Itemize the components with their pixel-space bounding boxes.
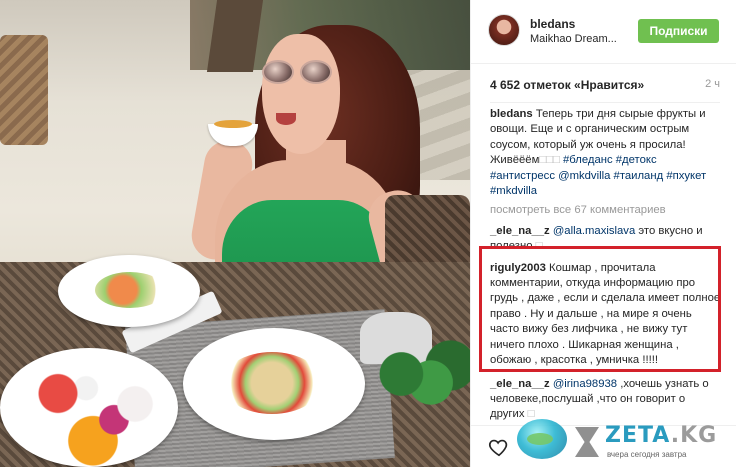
emoji-glyphs: □□□ [539, 154, 560, 167]
divider [490, 102, 720, 103]
sunglasses [262, 60, 334, 86]
post-sidebar: bledans Maikhao Dream... Подписки 4 652 … [470, 0, 736, 467]
fruit-platter [30, 362, 170, 467]
mention[interactable]: @mkdvilla [558, 170, 610, 182]
woman-face [262, 34, 340, 154]
hashtag[interactable]: #mkdvilla [490, 185, 537, 197]
hashtag[interactable]: #антистресс [490, 170, 555, 182]
comment-item-highlighted: riguly2003 Кошмар , прочитала комментари… [490, 261, 722, 369]
hashtag[interactable]: #детокс [616, 154, 657, 166]
hourglass-icon [575, 427, 599, 457]
likes-count[interactable]: 4 652 отметок «Нравится» [490, 78, 644, 92]
green-plant [372, 340, 470, 425]
hashtag[interactable]: #бледанс [563, 154, 613, 166]
comment-mention[interactable]: @alla.maxislava [553, 225, 635, 237]
post-header: bledans Maikhao Dream... Подписки [471, 0, 736, 64]
vegetable-salad [95, 272, 165, 308]
hashtag[interactable]: #таиланд [614, 170, 664, 182]
follow-button[interactable]: Подписки [638, 19, 719, 43]
emoji-glyph: □ [535, 240, 543, 253]
comments-list: bledans Теперь три дня сырые фрукты и ов… [490, 107, 722, 427]
watermark: ZETA.KG вчера сегодня завтра [515, 417, 735, 465]
post-username[interactable]: bledans [530, 17, 575, 31]
comment-username[interactable]: _ele_na__z [490, 225, 550, 237]
caption: bledans Теперь три дня сырые фрукты и ов… [490, 107, 722, 199]
comment-item: _ele_na__z @irina98938 ,хочешь узнать о … [490, 377, 722, 423]
post-location[interactable]: Maikhao Dream... [530, 33, 617, 45]
globe-icon [517, 419, 567, 459]
comment-mention[interactable]: @irina98938 [553, 378, 617, 390]
watermark-slogan: вчера сегодня завтра [607, 450, 687, 459]
woman-mouth [276, 113, 296, 125]
papaya-salad [222, 352, 322, 414]
post-time[interactable]: 2 ч [705, 78, 720, 90]
hashtag[interactable]: #пхукет [666, 170, 706, 182]
beach-chair [0, 35, 48, 145]
caption-username[interactable]: bledans [490, 108, 533, 120]
comment-username[interactable]: riguly2003 [490, 262, 546, 274]
comment-username[interactable]: _ele_na__z [490, 378, 550, 390]
comment-item: _ele_na__z @alla.maxislava это вкусно и … [490, 224, 722, 255]
likes-row: 4 652 отметок «Нравится» 2 ч [490, 78, 720, 94]
comment-text: Кошмар , прочитала комментарии, откуда и… [490, 261, 721, 367]
avatar[interactable] [488, 14, 520, 46]
view-all-comments-link[interactable]: посмотреть все 67 комментариев [490, 203, 722, 218]
post-photo[interactable] [0, 0, 470, 467]
heart-icon[interactable] [488, 436, 510, 458]
watermark-brand: ZETA.KG [605, 423, 718, 448]
